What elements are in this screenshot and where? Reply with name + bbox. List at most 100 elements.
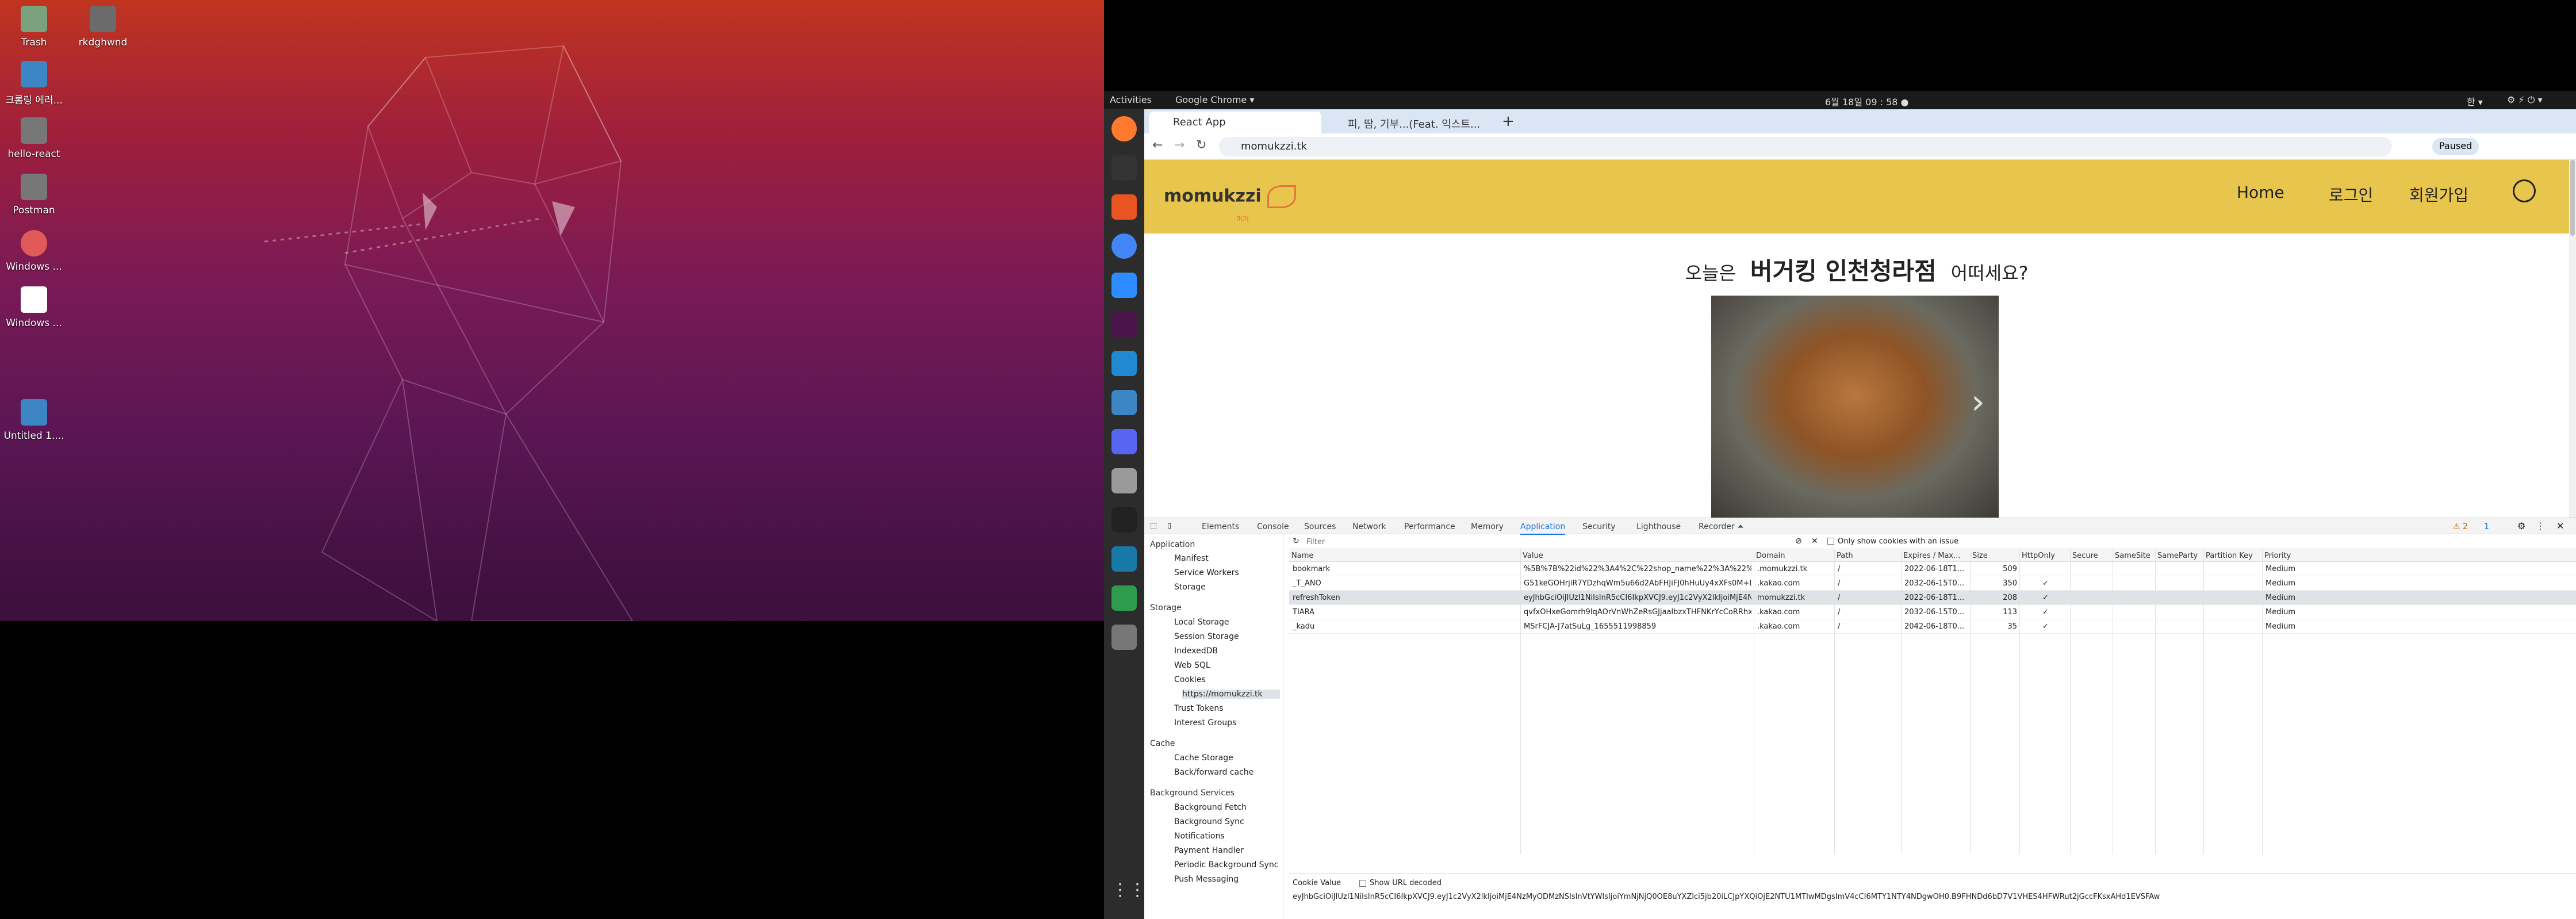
tab-security[interactable]: Security <box>1582 522 1616 531</box>
desktop-icon-folder[interactable]: Postman <box>2 174 66 216</box>
system-tray-icon[interactable]: ⚙ ⚡ ⏻ ▾ <box>2507 94 2543 106</box>
sidebar-item-cookie-origin[interactable]: https://momukzzi.tk <box>1182 690 1280 699</box>
app-menu[interactable]: Google Chrome ▾ <box>1175 94 1254 105</box>
desktop-icon-app[interactable]: Windows ... <box>2 230 66 273</box>
sidebar-item-payment-handler[interactable]: Payment Handler <box>1174 846 1244 855</box>
sidebar-item-local-storage[interactable]: Local Storage <box>1174 618 1229 627</box>
nav-login[interactable]: 로그인 <box>2329 183 2373 206</box>
settings-icon[interactable]: ⚙ <box>2517 520 2525 531</box>
more-icon[interactable]: ⋮ <box>2536 520 2545 531</box>
column-header[interactable]: Name <box>1291 552 1313 560</box>
table-row[interactable]: _T_ANO G51keGOHrjiR7YDzhqWm5u66d2AbFHJiFJ… <box>1289 576 2576 591</box>
page-scrollbar-thumb[interactable] <box>2570 160 2575 236</box>
page-scrollbar[interactable] <box>2569 160 2576 518</box>
sidebar-item-manifest[interactable]: Manifest <box>1174 554 1209 563</box>
tab-performance[interactable]: Performance <box>1404 522 1455 531</box>
device-toolbar-icon[interactable]: ▯ <box>1167 522 1171 530</box>
warnings-badge[interactable]: ⚠ 2 <box>2453 522 2468 531</box>
table-row[interactable]: _kadu MSrFCJA-J7atSuLg_1655511998859 .kaka… <box>1289 619 2576 634</box>
sidebar-item-cache-storage[interactable]: Cache Storage <box>1174 753 1233 763</box>
user-icon[interactable] <box>2513 179 2536 202</box>
music-icon[interactable] <box>1111 507 1137 533</box>
forward-icon[interactable]: → <box>1174 138 1184 152</box>
tab-lighthouse[interactable]: Lighthouse <box>1636 522 1681 531</box>
tab-sources[interactable]: Sources <box>1304 522 1336 531</box>
activities-button[interactable]: Activities <box>1110 94 1152 105</box>
reload-icon[interactable]: ↻ <box>1196 138 1206 152</box>
sidebar-item-trust-tokens[interactable]: Trust Tokens <box>1174 704 1223 713</box>
chrome-icon[interactable] <box>1111 233 1137 259</box>
sidebar-item-cookies[interactable]: Cookies <box>1174 675 1206 684</box>
profile-paused-button[interactable]: Paused <box>2432 138 2479 155</box>
column-header[interactable]: Domain <box>1756 552 1785 560</box>
column-header[interactable]: Priority <box>2264 552 2291 560</box>
sidebar-item-websql[interactable]: Web SQL <box>1174 661 1210 670</box>
sidebar-item-bg-sync[interactable]: Background Sync <box>1174 817 1244 826</box>
clock[interactable]: 6월 18일 09 : 58 ● <box>1825 94 1908 108</box>
column-header[interactable]: Path <box>1837 552 1853 560</box>
docs-icon[interactable] <box>1111 390 1137 415</box>
files-icon[interactable] <box>1111 468 1137 493</box>
sidebar-item-periodic-sync[interactable]: Periodic Background Sync <box>1174 860 1278 870</box>
desktop-icon-trash[interactable]: Trash <box>2 6 66 48</box>
firefox-icon[interactable] <box>1111 116 1137 141</box>
input-method-indicator[interactable]: 한 ▾ <box>2467 94 2483 108</box>
issues-badge[interactable]: 1 <box>2484 522 2489 531</box>
tab-network[interactable]: Network <box>1352 522 1386 531</box>
column-header[interactable]: SameSite <box>2115 552 2150 560</box>
table-row[interactable]: bookmark %5B%7B%22id%22%3A4%2C%22shop_nam… <box>1289 562 2576 576</box>
tab-youtube[interactable]: 피, 땀, 기부...(Feat. 익스트... <box>1324 112 1496 133</box>
software-icon[interactable] <box>1111 194 1137 220</box>
slack-icon[interactable] <box>1111 312 1137 337</box>
sidebar-item-session-storage[interactable]: Session Storage <box>1174 632 1239 641</box>
restaurant-photo[interactable]: › <box>1711 296 1999 518</box>
only-issue-checkbox[interactable] <box>1827 538 1834 545</box>
nav-home[interactable]: Home <box>2237 183 2284 202</box>
tab-react-app[interactable]: React App <box>1149 112 1321 133</box>
sidebar-item-service-workers[interactable]: Service Workers <box>1174 568 1239 577</box>
table-row[interactable]: refreshToken eyJhbGciOiJIUzI1NiIsInR5cCI6… <box>1289 591 2576 605</box>
tab-console[interactable]: Console <box>1257 522 1289 531</box>
inspect-icon[interactable]: ⬚ <box>1150 522 1157 530</box>
vscode-icon[interactable] <box>1111 351 1137 376</box>
tab-application[interactable]: Application <box>1520 522 1566 535</box>
todo-icon[interactable] <box>1111 585 1137 611</box>
close-devtools-icon[interactable]: ✕ <box>2556 520 2564 531</box>
column-header[interactable]: SameParty <box>2157 552 2198 560</box>
sidebar-item-interest-groups[interactable]: Interest Groups <box>1174 718 1236 727</box>
desktop-icon-home[interactable]: rkdghwnd <box>71 6 135 48</box>
tab-recorder[interactable]: Recorder ⏶ <box>1699 522 1743 531</box>
discord-icon[interactable] <box>1111 429 1137 454</box>
wireshark-icon[interactable] <box>1111 546 1137 572</box>
sidebar-item-indexeddb[interactable]: IndexedDB <box>1174 646 1218 656</box>
address-bar[interactable]: momukzzi.tk <box>1219 137 2392 156</box>
table-row[interactable]: TIARA qvfxOHxeGomrh9IqAOrVnWhZeRsGJjaalbz… <box>1289 605 2576 619</box>
refresh-icon[interactable]: ↻ <box>1293 537 1300 546</box>
zoom-icon[interactable] <box>1111 273 1137 298</box>
sidebar-item-notifications[interactable]: Notifications <box>1174 832 1225 841</box>
column-header[interactable]: Secure <box>2072 552 2098 560</box>
misc-icon[interactable] <box>1111 625 1137 650</box>
sidebar-item-bg-fetch[interactable]: Background Fetch <box>1174 803 1247 812</box>
desktop-icon-folder[interactable]: hello-react <box>2 117 66 160</box>
sidebar-item-bfcache[interactable]: Back/forward cache <box>1174 768 1254 777</box>
show-apps-icon[interactable]: ⋮⋮ <box>1111 880 1146 905</box>
back-icon[interactable]: ← <box>1152 138 1163 152</box>
column-header[interactable]: Partition Key <box>2206 552 2253 560</box>
tab-elements[interactable]: Elements <box>1202 522 1239 531</box>
column-header[interactable]: HttpOnly <box>2022 552 2055 560</box>
column-header[interactable]: Value <box>1523 552 1543 560</box>
nav-signup[interactable]: 회원가입 <box>2409 183 2468 206</box>
url-decoded-checkbox[interactable] <box>1359 880 1366 887</box>
terminal-icon[interactable] <box>1111 155 1137 181</box>
column-header[interactable]: Size <box>1972 552 1988 560</box>
sidebar-item-storage[interactable]: Storage <box>1174 583 1206 592</box>
delete-icon[interactable]: ✕ <box>1811 537 1818 546</box>
desktop-icon-document[interactable]: Untitled 1.... <box>2 399 66 442</box>
filter-input[interactable] <box>1306 536 1795 547</box>
clear-filtered-icon[interactable]: ⊘ <box>1795 537 1802 546</box>
desktop-icon-document[interactable]: 크롬링 에러... <box>2 61 66 106</box>
desktop-icon-app[interactable]: Windows ... <box>2 286 66 329</box>
sidebar-item-push-messaging[interactable]: Push Messaging <box>1174 875 1239 884</box>
cookie-value-text[interactable]: eyJhbGciOiJIUzI1NiIsInR5cCI6IkpXVCJ9.eyJ… <box>1293 893 2569 901</box>
